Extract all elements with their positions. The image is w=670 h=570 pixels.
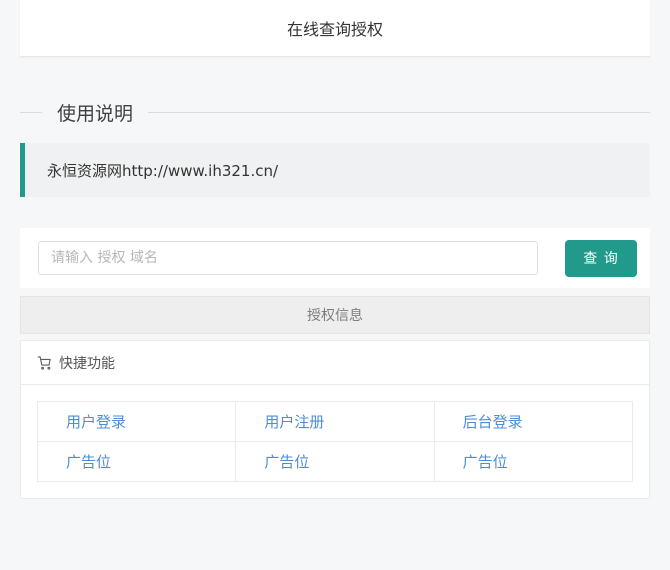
notice-text: 永恒资源网http://www.ih321.cn/ <box>47 160 278 181</box>
table-cell: 用户注册 <box>236 402 434 442</box>
link-ad-slot-3[interactable]: 广告位 <box>463 453 508 471</box>
usage-section-heading: 使用说明 <box>20 99 650 126</box>
quick-functions-header: 快捷功能 <box>21 341 649 385</box>
top-bar: 在线查询授权 <box>20 0 650 57</box>
link-user-login[interactable]: 用户登录 <box>66 413 126 431</box>
auth-info-label: 授权信息 <box>307 305 363 325</box>
link-ad-slot-2[interactable]: 广告位 <box>264 453 309 471</box>
table-cell: 用户登录 <box>38 402 236 442</box>
page-title: 在线查询授权 <box>287 16 383 40</box>
auth-info-bar: 授权信息 <box>20 296 650 334</box>
notice-box: 永恒资源网http://www.ih321.cn/ <box>20 143 650 197</box>
query-button[interactable]: 查 询 <box>565 240 637 277</box>
link-ad-slot-1[interactable]: 广告位 <box>66 453 111 471</box>
cart-icon <box>37 355 52 370</box>
table-row: 用户登录 用户注册 后台登录 <box>38 402 633 442</box>
table-cell: 后台登录 <box>434 402 632 442</box>
quick-functions-body: 用户登录 用户注册 后台登录 广告位 广告位 广告位 <box>21 385 649 498</box>
table-row: 广告位 广告位 广告位 <box>38 442 633 482</box>
heading-divider-right <box>148 112 650 113</box>
table-cell: 广告位 <box>38 442 236 482</box>
table-cell: 广告位 <box>434 442 632 482</box>
page-container: 在线查询授权 使用说明 永恒资源网http://www.ih321.cn/ 查 … <box>20 0 650 499</box>
quick-functions-title: 快捷功能 <box>59 353 115 373</box>
link-user-register[interactable]: 用户注册 <box>264 413 324 431</box>
domain-search-input[interactable] <box>38 241 538 275</box>
heading-divider-left <box>20 112 42 113</box>
search-panel: 查 询 <box>20 228 650 288</box>
quick-links-table: 用户登录 用户注册 后台登录 广告位 广告位 广告位 <box>37 401 633 482</box>
link-admin-login[interactable]: 后台登录 <box>463 413 523 431</box>
quick-functions-card: 快捷功能 用户登录 用户注册 后台登录 广告位 广告位 广告位 <box>20 340 650 499</box>
usage-heading-label: 使用说明 <box>57 99 133 126</box>
table-cell: 广告位 <box>236 442 434 482</box>
